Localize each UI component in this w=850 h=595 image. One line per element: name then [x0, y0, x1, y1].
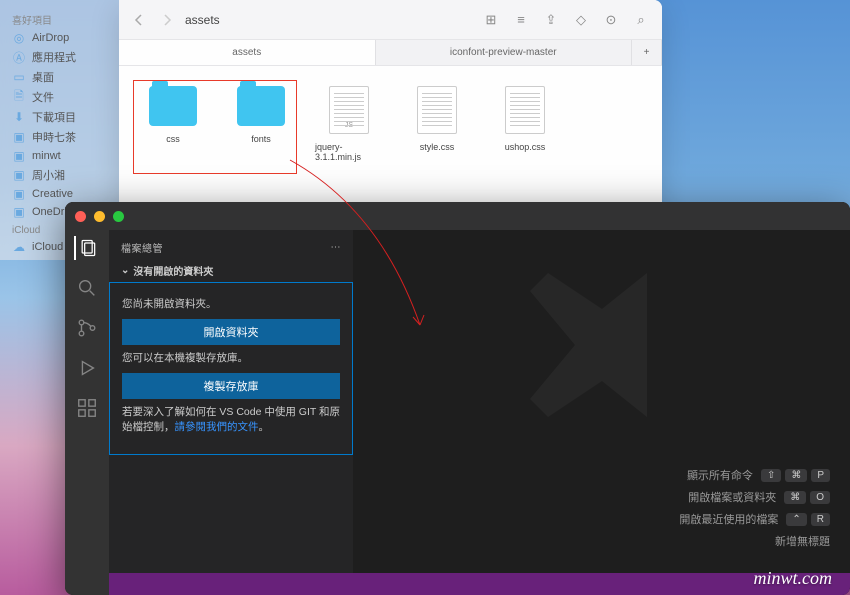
sidebar-section-favorites: 喜好項目 — [12, 12, 119, 27]
shortcut-row: 開啟檔案或資料夾⌘O — [679, 489, 830, 505]
msg-no-folder: 您尚未開啟資料夾。 — [122, 297, 340, 313]
share-icon[interactable]: ⇪ — [540, 10, 562, 30]
file-label: ushop.css — [505, 142, 546, 152]
key: ⌘ — [784, 491, 806, 504]
finder-tabs: assets iconfont-preview-master + — [119, 40, 662, 66]
nav-back-button[interactable] — [129, 10, 149, 30]
file-item-style-css[interactable]: style.css — [403, 86, 471, 162]
explorer-panel-title: 檔案總管⋯ — [109, 236, 353, 259]
downloads-icon: ⬇ — [12, 110, 26, 124]
action-icon[interactable]: ⊙ — [600, 10, 622, 30]
sidebar-item-desktop[interactable]: ▭桌面 — [8, 67, 119, 87]
airdrop-icon: ◎ — [12, 31, 26, 45]
js-file-icon — [329, 86, 369, 134]
apps-icon: Ⓐ — [12, 50, 26, 64]
tab-iconfont-preview[interactable]: iconfont-preview-master — [376, 40, 633, 65]
no-folder-title[interactable]: ⌄沒有開啟的資料夾 — [109, 259, 353, 282]
css-file-icon — [505, 86, 545, 134]
explorer-welcome-box: 您尚未開啟資料夾。 開啟資料夾 您可以在本機複製存放庫。 複製存放庫 若要深入了… — [109, 282, 353, 455]
file-label: jquery-3.1.1.min.js — [315, 142, 383, 162]
folder-icon: ▣ — [12, 149, 26, 163]
explorer-panel: 檔案總管⋯ ⌄沒有開啟的資料夾 您尚未開啟資料夾。 開啟資料夾 您可以在本機複製… — [109, 202, 353, 595]
key: P — [811, 469, 830, 482]
close-button[interactable] — [75, 211, 86, 222]
desktop-icon: ▭ — [12, 70, 26, 84]
activity-bar — [65, 202, 109, 595]
source-control-icon[interactable] — [75, 316, 99, 340]
open-folder-button[interactable]: 開啟資料夾 — [122, 319, 340, 345]
key: ⌃ — [786, 513, 806, 526]
key: ⇧ — [761, 469, 781, 482]
tab-new-button[interactable]: + — [632, 40, 662, 65]
sidebar-item-folder-1[interactable]: ▣申時七茶 — [8, 127, 119, 147]
chevron-down-icon: ⌄ — [121, 265, 129, 276]
documents-icon: 🗎 — [12, 90, 26, 104]
tag-icon[interactable]: ◇ — [570, 10, 592, 30]
editor-area: 顯示所有命令⇧⌘P 開啟檔案或資料夾⌘O 開啟最近使用的檔案⌃R 新增無標題 — [353, 202, 850, 595]
sidebar-item-documents[interactable]: 🗎文件 — [8, 87, 119, 107]
extensions-icon[interactable] — [75, 396, 99, 420]
maximize-button[interactable] — [113, 211, 124, 222]
tab-assets[interactable]: assets — [119, 40, 376, 65]
more-icon[interactable]: ⋯ — [331, 242, 342, 253]
minimize-button[interactable] — [94, 211, 105, 222]
view-options-icon[interactable]: ≡ — [510, 10, 532, 30]
folder-icon: ▣ — [12, 205, 26, 219]
window-controls — [75, 211, 124, 222]
cloud-icon: ☁ — [12, 240, 26, 254]
debug-icon[interactable] — [75, 356, 99, 380]
vscode-logo-watermark — [512, 255, 692, 435]
msg-docs: 若要深入了解如何在 VS Code 中使用 GIT 和原始檔控制，請參閱我們的文… — [122, 405, 340, 437]
key: R — [811, 513, 830, 526]
status-bar[interactable] — [109, 573, 850, 595]
sidebar-item-downloads[interactable]: ⬇下載項目 — [8, 107, 119, 127]
nav-forward-button[interactable] — [157, 10, 177, 30]
search-icon[interactable]: ⌕ — [630, 10, 652, 30]
sidebar-item-applications[interactable]: Ⓐ應用程式 — [8, 47, 119, 67]
msg-clone-hint: 您可以在本機複製存放庫。 — [122, 351, 340, 367]
shortcut-row: 顯示所有命令⇧⌘P — [679, 467, 830, 483]
search-activity-icon[interactable] — [75, 276, 99, 300]
watermark-text: minwt.com — [754, 568, 833, 589]
shortcut-row: 開啟最近使用的檔案⌃R — [679, 511, 830, 527]
finder-toolbar: assets ⊞ ≡ ⇪ ◇ ⊙ ⌕ — [119, 0, 662, 40]
clone-repo-button[interactable]: 複製存放庫 — [122, 373, 340, 399]
folder-icon — [237, 86, 285, 126]
sidebar-item-airdrop[interactable]: ◎AirDrop — [8, 29, 119, 47]
vscode-window: 檔案總管⋯ ⌄沒有開啟的資料夾 您尚未開啟資料夾。 開啟資料夾 您可以在本機複製… — [65, 202, 850, 595]
folder-icon: ▣ — [12, 130, 26, 144]
key: O — [810, 491, 830, 504]
sidebar-item-folder-3[interactable]: ▣周小湘 — [8, 165, 119, 185]
view-grid-icon[interactable]: ⊞ — [480, 10, 502, 30]
finder-path-title: assets — [185, 13, 220, 27]
sidebar-item-folder-4[interactable]: ▣Creative — [8, 185, 119, 203]
file-item-jquery[interactable]: jquery-3.1.1.min.js — [315, 86, 383, 162]
explorer-icon[interactable] — [74, 236, 98, 260]
file-label: style.css — [420, 142, 455, 152]
vscode-titlebar[interactable] — [65, 202, 850, 230]
welcome-shortcuts: 顯示所有命令⇧⌘P 開啟檔案或資料夾⌘O 開啟最近使用的檔案⌃R 新增無標題 — [679, 461, 830, 555]
sidebar-item-folder-2[interactable]: ▣minwt — [8, 147, 119, 165]
folder-icon — [149, 86, 197, 126]
file-item-ushop-css[interactable]: ushop.css — [491, 86, 559, 162]
folder-icon: ▣ — [12, 187, 26, 201]
css-file-icon — [417, 86, 457, 134]
finder-content: css fonts jquery-3.1.1.min.js style.css … — [119, 66, 662, 182]
key: ⌘ — [785, 469, 807, 482]
docs-link[interactable]: 請參閱我們的文件 — [175, 421, 259, 433]
shortcut-row: 新增無標題 — [679, 533, 830, 549]
folder-icon: ▣ — [12, 168, 26, 182]
